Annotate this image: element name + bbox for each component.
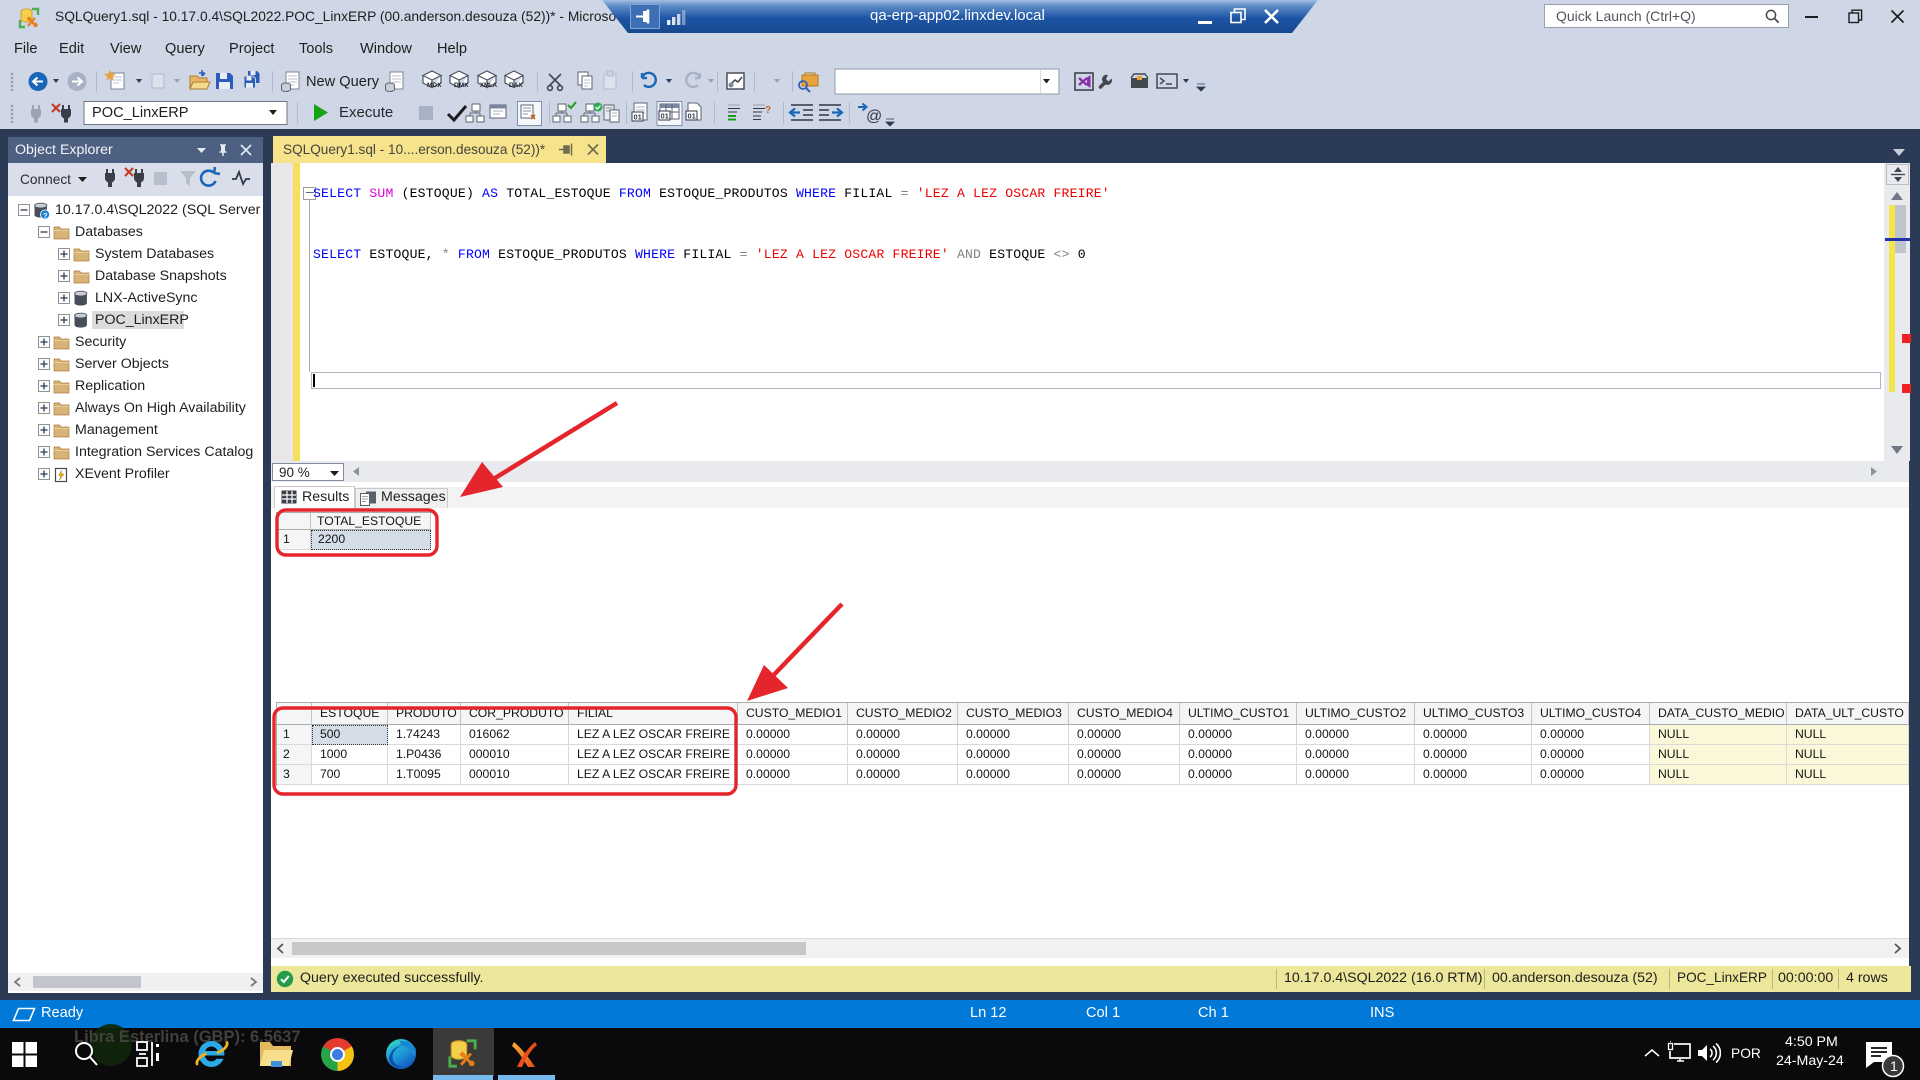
svg-text:?: ? [765, 105, 771, 116]
svg-text:01: 01 [688, 112, 696, 121]
svg-text:MDX: MDX [427, 82, 442, 89]
svg-text:1: 1 [1890, 1058, 1898, 1074]
svg-text:?: ? [43, 211, 48, 220]
svg-text:DAX: DAX [509, 82, 523, 89]
svg-text:01: 01 [661, 112, 669, 121]
svg-text:DMX: DMX [454, 82, 469, 89]
svg-text:@: @ [866, 108, 882, 125]
svg-text:01: 01 [634, 113, 642, 122]
svg-text:XMLA: XMLA [480, 83, 498, 89]
